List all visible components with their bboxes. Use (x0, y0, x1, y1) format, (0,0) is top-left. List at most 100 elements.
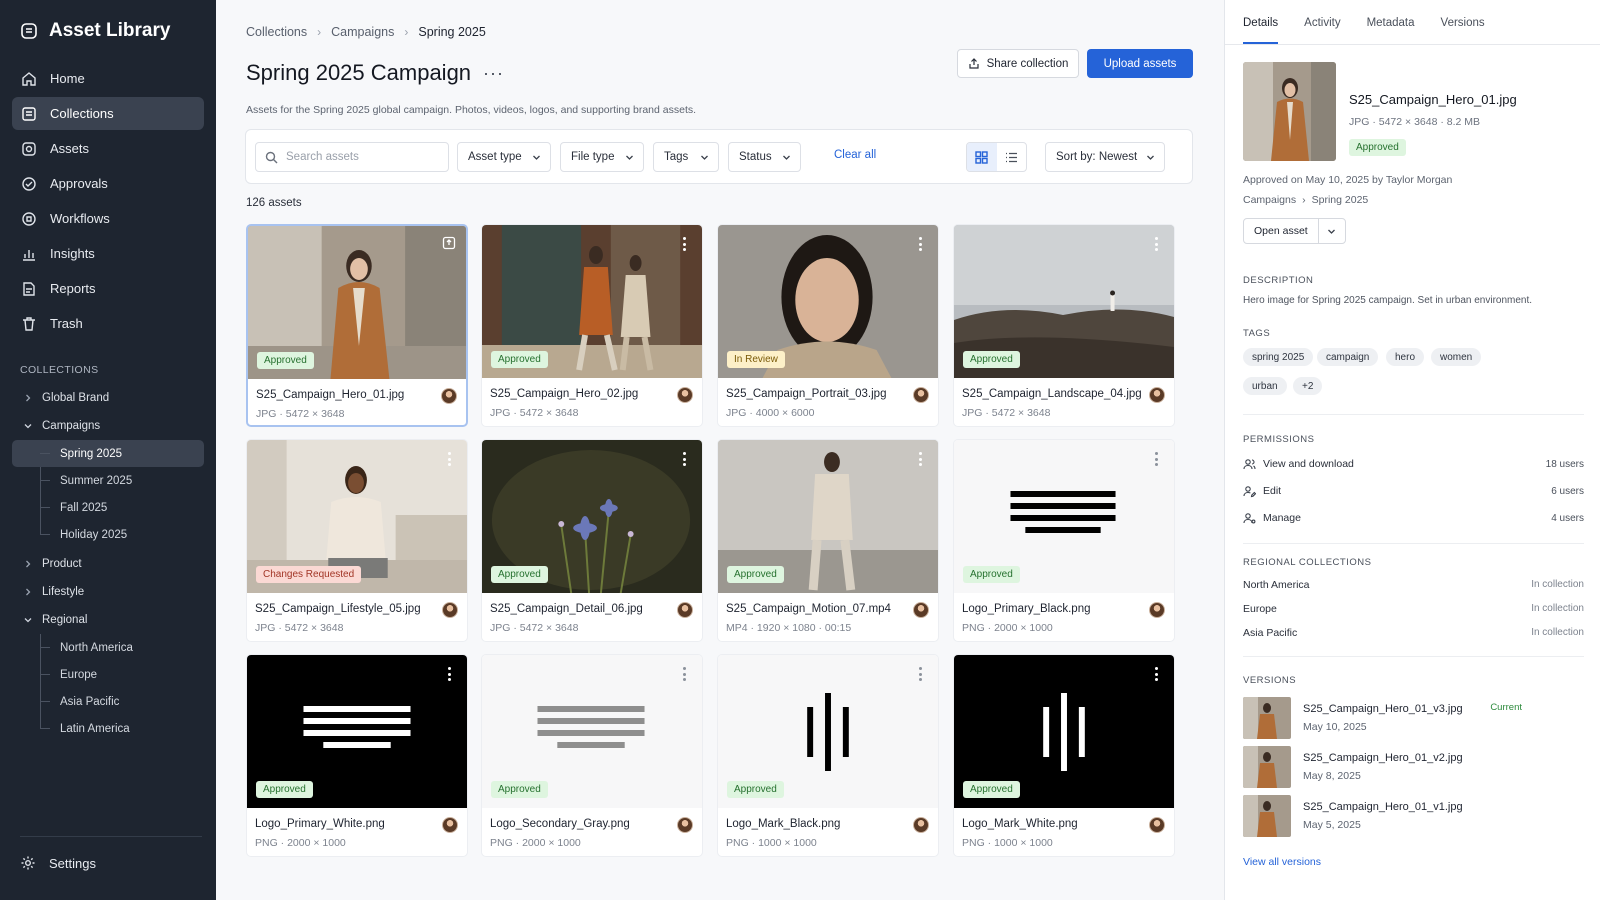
more-options-icon[interactable] (915, 667, 925, 681)
location-campaigns[interactable]: Campaigns (1243, 194, 1296, 206)
tree-item-summer-2025[interactable]: Summer 2025 (12, 467, 204, 494)
regional-row[interactable]: Asia Pacific In collection (1243, 627, 1584, 639)
nav-item-reports[interactable]: Reports (12, 272, 204, 305)
permission-row[interactable]: Manage 4 users (1243, 510, 1584, 526)
tree-item-fall-2025[interactable]: Fall 2025 (12, 494, 204, 521)
chevron-down-icon[interactable] (22, 614, 34, 626)
search-input[interactable] (286, 151, 436, 163)
permission-row[interactable]: Edit 6 users (1243, 483, 1584, 499)
asset-card[interactable]: Approved Logo_Mark_Black.png PNG · 1000 … (717, 654, 939, 857)
asset-thumbnail[interactable]: Approved (482, 225, 702, 378)
asset-card[interactable]: Approved Logo_Secondary_Gray.png PNG · 2… (481, 654, 703, 857)
more-options-icon[interactable] (915, 452, 925, 466)
breadcrumb-campaigns[interactable]: Campaigns (331, 25, 394, 39)
tag-chip[interactable]: spring 2025 (1243, 348, 1314, 366)
version-row[interactable]: S25_Campaign_Hero_01_v1.jpg May 5, 2025 (1243, 795, 1584, 837)
app-brand[interactable]: Asset Library (20, 20, 170, 42)
sort-dropdown[interactable]: Sort by: Newest (1045, 142, 1165, 172)
tree-item-asia-pacific[interactable]: Asia Pacific (12, 688, 204, 715)
tree-item-campaigns[interactable]: Campaigns (12, 412, 204, 440)
chevron-right-icon[interactable] (22, 586, 34, 598)
more-options-icon[interactable] (1151, 452, 1161, 466)
tree-item-latin-america[interactable]: Latin America (12, 715, 204, 742)
regional-row[interactable]: Europe In collection (1243, 603, 1584, 615)
more-options-icon[interactable] (915, 237, 925, 251)
tag-chip[interactable]: hero (1386, 348, 1425, 366)
permission-row[interactable]: View and download 18 users (1243, 456, 1584, 472)
tree-item-europe[interactable]: Europe (12, 661, 204, 688)
share-icon[interactable] (442, 236, 456, 253)
tree-item-product[interactable]: Product (12, 550, 204, 578)
asset-card[interactable]: Approved Logo_Mark_White.png PNG · 1000 … (953, 654, 1175, 857)
tag-chip[interactable]: campaign (1317, 348, 1379, 366)
more-options-icon[interactable] (679, 237, 689, 251)
open-asset-button[interactable]: Open asset (1244, 219, 1319, 243)
asset-card[interactable]: Approved S25_Campaign_Hero_02.jpg JPG · … (481, 224, 703, 427)
more-options-icon[interactable] (1151, 237, 1161, 251)
tree-item-spring-2025[interactable]: Spring 2025 (12, 440, 204, 467)
share-collection-button[interactable]: Share collection (957, 49, 1079, 78)
chevron-down-icon[interactable] (22, 420, 34, 432)
nav-item-insights[interactable]: Insights (12, 237, 204, 270)
clear-all-link[interactable]: Clear all (834, 149, 876, 161)
file-type-dropdown[interactable]: File type (560, 142, 644, 172)
asset-thumbnail[interactable]: Approved (954, 225, 1174, 378)
asset-card[interactable]: Approved S25_Campaign_Motion_07.mp4 MP4 … (717, 439, 939, 642)
chevron-right-icon[interactable] (22, 558, 34, 570)
nav-item-workflows[interactable]: Workflows (12, 202, 204, 235)
list-view-button[interactable] (997, 143, 1027, 171)
asset-thumbnail[interactable]: Approved (482, 440, 702, 593)
tree-item-holiday-2025[interactable]: Holiday 2025 (12, 521, 204, 548)
nav-item-collections[interactable]: Collections (12, 97, 204, 130)
chevron-right-icon[interactable] (22, 392, 34, 404)
version-row[interactable]: S25_Campaign_Hero_01_v2.jpg May 8, 2025 (1243, 746, 1584, 788)
asset-card[interactable]: Approved S25_Campaign_Hero_01.jpg JPG · … (246, 224, 468, 427)
asset-card[interactable]: In Review S25_Campaign_Portrait_03.jpg J… (717, 224, 939, 427)
tree-item-regional[interactable]: Regional (12, 606, 204, 634)
asset-card[interactable]: Approved Logo_Primary_Black.png PNG · 20… (953, 439, 1175, 642)
status-dropdown[interactable]: Status (728, 142, 801, 172)
nav-item-trash[interactable]: Trash (12, 307, 204, 340)
asset-thumbnail[interactable]: Approved (248, 226, 466, 379)
asset-thumbnail[interactable]: Approved (482, 655, 702, 808)
tree-item-lifestyle[interactable]: Lifestyle (12, 578, 204, 606)
more-options-icon[interactable]: ··· (483, 63, 504, 84)
asset-thumbnail[interactable]: In Review (718, 225, 938, 378)
search-box[interactable] (255, 142, 449, 172)
selected-asset-thumbnail[interactable] (1243, 62, 1336, 161)
tab-metadata[interactable]: Metadata (1367, 0, 1415, 44)
breadcrumb-collections[interactable]: Collections (246, 25, 307, 39)
asset-thumbnail[interactable]: Approved (718, 655, 938, 808)
nav-item-approvals[interactable]: Approvals (12, 167, 204, 200)
version-row[interactable]: S25_Campaign_Hero_01_v3.jpg May 10, 2025… (1243, 697, 1584, 739)
tags-dropdown[interactable]: Tags (653, 142, 719, 172)
tab-versions[interactable]: Versions (1441, 0, 1485, 44)
tree-item-global-brand[interactable]: Global Brand (12, 384, 204, 412)
tab-activity[interactable]: Activity (1304, 0, 1340, 44)
view-all-versions-link[interactable]: View all versions (1243, 856, 1321, 868)
upload-assets-button[interactable]: Upload assets (1087, 49, 1193, 78)
nav-item-assets[interactable]: Assets (12, 132, 204, 165)
open-options-button[interactable] (1319, 219, 1345, 243)
nav-item-home[interactable]: Home (12, 62, 204, 95)
asset-thumbnail[interactable]: Approved (954, 440, 1174, 593)
tag-chip[interactable]: women (1431, 348, 1482, 366)
asset-thumbnail[interactable]: Approved (247, 655, 467, 808)
tree-item-north-america[interactable]: North America (12, 634, 204, 661)
grid-view-button[interactable] (967, 143, 997, 171)
asset-card[interactable]: Approved S25_Campaign_Landscape_04.jpg J… (953, 224, 1175, 427)
regional-row[interactable]: North America In collection (1243, 579, 1584, 591)
asset-thumbnail[interactable]: Changes Requested (247, 440, 467, 593)
location-spring-2025[interactable]: Spring 2025 (1312, 194, 1369, 206)
asset-type-dropdown[interactable]: Asset type (457, 142, 551, 172)
more-options-icon[interactable] (679, 452, 689, 466)
settings-button[interactable]: Settings (20, 855, 96, 871)
more-options-icon[interactable] (679, 667, 689, 681)
more-tags-chip[interactable]: +2 (1293, 377, 1323, 395)
asset-card[interactable]: Approved Logo_Primary_White.png PNG · 20… (246, 654, 468, 857)
asset-thumbnail[interactable]: Approved (718, 440, 938, 593)
asset-card[interactable]: Approved S25_Campaign_Detail_06.jpg JPG … (481, 439, 703, 642)
tag-chip[interactable]: urban (1243, 377, 1287, 395)
tab-details[interactable]: Details (1243, 0, 1279, 44)
more-options-icon[interactable] (1151, 667, 1161, 681)
